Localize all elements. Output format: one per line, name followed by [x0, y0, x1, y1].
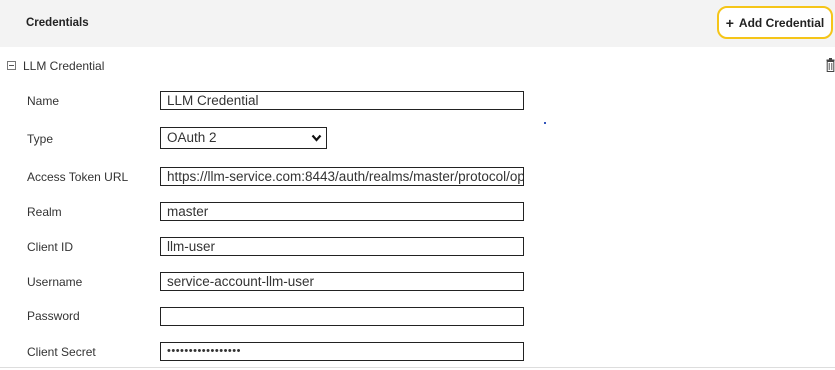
access-token-url-input[interactable]: https://llm-service.com:8443/auth/realms…	[160, 167, 524, 186]
add-credential-button[interactable]: + Add Credential	[717, 6, 833, 39]
bottom-divider	[0, 367, 835, 368]
stray-dot	[544, 122, 546, 124]
password-input[interactable]	[160, 307, 524, 326]
client-id-input[interactable]: llm-user	[160, 237, 524, 256]
type-label: Type	[27, 132, 54, 146]
chevron-down-icon	[311, 134, 322, 142]
collapse-toggle-icon[interactable]	[7, 61, 16, 70]
client-secret-label: Client Secret	[27, 345, 96, 359]
credential-group-title: LLM Credential	[23, 59, 105, 73]
client-id-label: Client ID	[27, 240, 74, 254]
credentials-header: Credentials + Add Credential	[0, 0, 835, 47]
realm-label: Realm	[27, 205, 62, 219]
add-credential-label: Add Credential	[738, 15, 825, 30]
plus-icon: +	[725, 14, 734, 31]
name-input[interactable]: LLM Credential	[160, 91, 524, 110]
username-label: Username	[27, 275, 83, 289]
client-secret-input[interactable]: •••••••••••••••••	[160, 342, 524, 361]
password-label: Password	[27, 309, 80, 323]
name-label: Name	[27, 94, 60, 108]
type-select[interactable]: OAuth 2	[160, 127, 327, 149]
trash-icon[interactable]	[826, 58, 835, 72]
access-token-url-label: Access Token URL	[27, 170, 129, 184]
type-selected-value: OAuth 2	[167, 130, 217, 145]
page-title: Credentials	[26, 17, 89, 29]
username-input[interactable]: service-account-llm-user	[160, 272, 524, 291]
realm-input[interactable]: master	[160, 202, 524, 221]
